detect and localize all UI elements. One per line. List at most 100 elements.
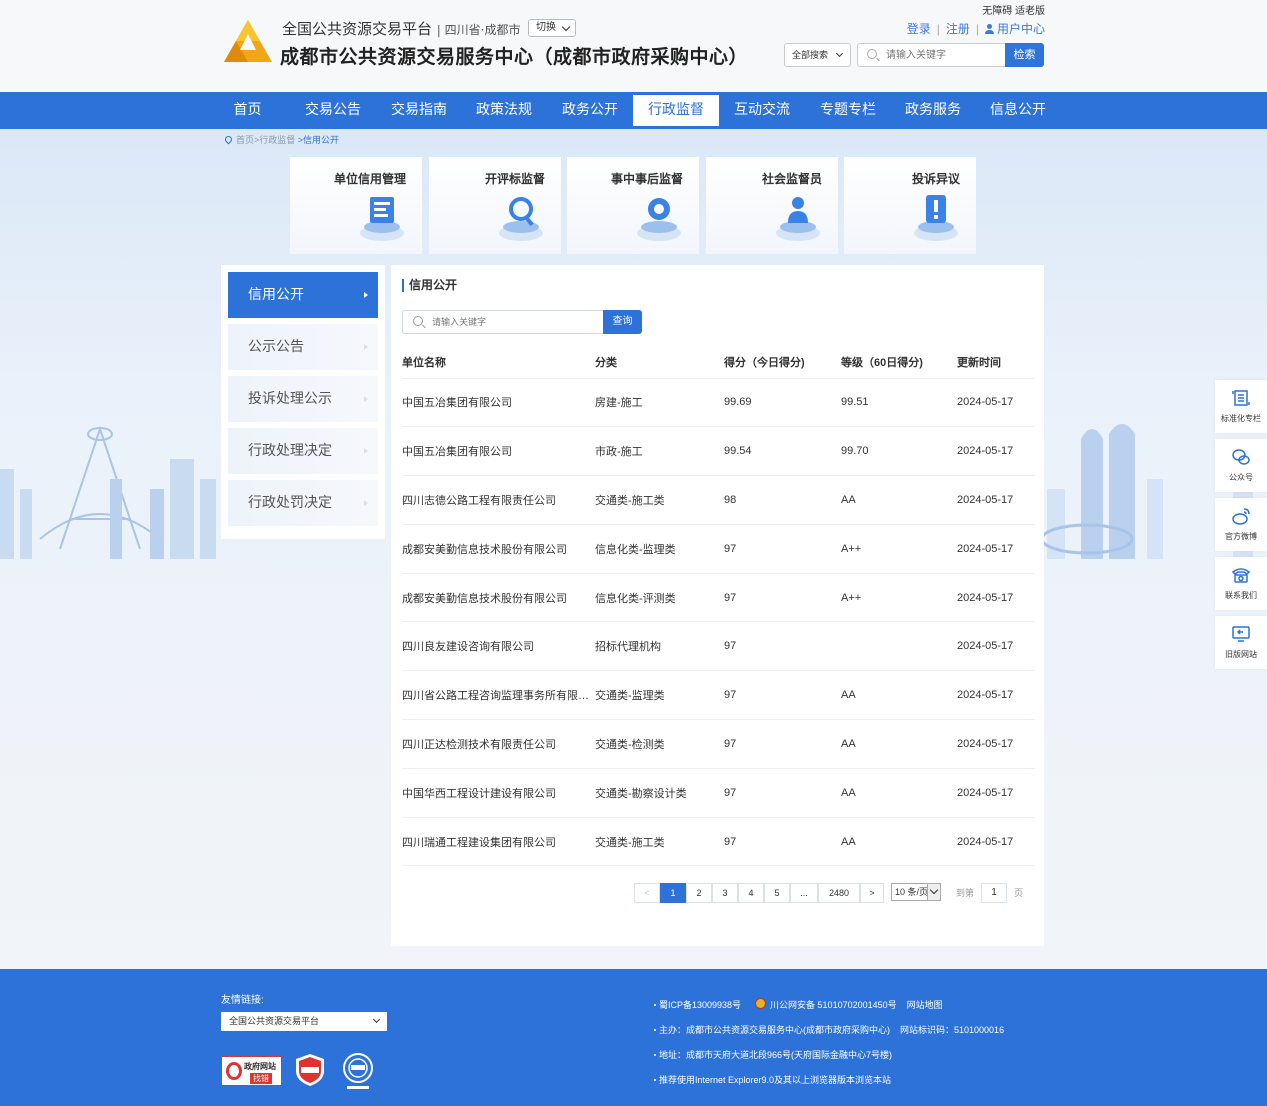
ccrc-logo[interactable] xyxy=(341,1052,375,1092)
accessibility-link[interactable]: 无障碍 适老版 xyxy=(982,2,1045,17)
nav-item-services[interactable]: 政务服务 xyxy=(897,92,969,129)
float-contact[interactable]: 联系我们 xyxy=(1215,557,1267,610)
nav-item-topics[interactable]: 专题专栏 xyxy=(812,92,884,129)
col-header-category[interactable]: 分类 xyxy=(595,346,724,379)
friend-links-select[interactable]: 全国公共资源交易平台 xyxy=(221,1012,387,1031)
complaint-icon xyxy=(914,195,958,241)
table-row[interactable]: 四川志德公路工程有限责任公司 交通类-施工类 98 AA 2024-05-17 xyxy=(402,475,1035,525)
site-logo[interactable] xyxy=(222,18,274,66)
cell-company[interactable]: 中国五冶集团有限公司 xyxy=(402,378,595,428)
card-social-supervisor[interactable]: 社会监督员 xyxy=(706,157,838,254)
table-row[interactable]: 中国华西工程设计建设有限公司 交通类-勘察设计类 97 AA 2024-05-17 xyxy=(402,768,1035,818)
col-header-grade[interactable]: 等级（60日得分) xyxy=(841,346,957,379)
login-link[interactable]: 登录 xyxy=(907,22,931,36)
nav-item-guide[interactable]: 交易指南 xyxy=(383,92,455,129)
breadcrumb-home[interactable]: 首页 xyxy=(236,135,254,145)
nav-item-interaction[interactable]: 互动交流 xyxy=(726,92,798,129)
site-search-input[interactable] xyxy=(886,44,1004,66)
nav-item-policy[interactable]: 政策法规 xyxy=(468,92,540,129)
col-header-updated[interactable]: 更新时间 xyxy=(957,346,1035,379)
table-row[interactable]: 中国五冶集团有限公司 市政-施工 99.54 99.70 2024-05-17 xyxy=(402,426,1035,477)
cell-score: 99.69 xyxy=(724,378,841,428)
nav-item-home[interactable]: 首页 xyxy=(220,92,275,129)
side-item-announcements[interactable]: 公示公告 xyxy=(228,324,378,370)
icp-link[interactable]: 蜀ICP备13009938号 xyxy=(659,1000,741,1010)
register-link[interactable]: 注册 xyxy=(946,22,970,36)
cell-updated: 2024-05-17 xyxy=(957,670,1035,721)
page-button-4[interactable]: 4 xyxy=(738,883,764,903)
arrow-right-icon xyxy=(364,344,368,350)
page-button-3[interactable]: 3 xyxy=(712,883,738,903)
card-bid-supervision[interactable]: 开评标监督 xyxy=(429,157,561,254)
cell-company[interactable]: 中国华西工程设计建设有限公司 xyxy=(402,768,595,818)
page-button-5[interactable]: 5 xyxy=(764,883,790,903)
cell-company[interactable]: 四川良友建设咨询有限公司 xyxy=(402,621,595,672)
card-complaints[interactable]: 投诉异议 xyxy=(844,157,976,254)
friend-links-label: 友情链接: xyxy=(221,995,264,1006)
cell-updated: 2024-05-17 xyxy=(957,524,1035,574)
cell-score: 99.54 xyxy=(724,426,841,477)
table-row[interactable]: 四川正达检测技术有限责任公司 交通类-检测类 97 AA 2024-05-17 xyxy=(402,719,1035,769)
table-row[interactable]: 成都安美勤信息技术股份有限公司 信息化类-评测类 97 A++ 2024-05-17 xyxy=(402,573,1035,623)
table-row[interactable]: 成都安美勤信息技术股份有限公司 信息化类-监理类 97 A++ 2024-05-17 xyxy=(402,524,1035,574)
gov-shield-icon[interactable] xyxy=(295,1053,325,1087)
card-process-supervision[interactable]: 事中事后监督 xyxy=(567,157,699,254)
nav-item-gov-affairs[interactable]: 政务公开 xyxy=(554,92,626,129)
sitemap-link[interactable]: 网站地图 xyxy=(907,1000,943,1010)
chevron-down-icon xyxy=(835,49,844,58)
panel-search-button[interactable]: 查询 xyxy=(603,310,642,334)
cell-company[interactable]: 成都安美勤信息技术股份有限公司 xyxy=(402,524,595,574)
cell-company[interactable]: 四川正达检测技术有限责任公司 xyxy=(402,719,595,769)
page-button-last[interactable]: 2480 xyxy=(818,883,860,903)
table-row[interactable]: 四川省公路工程咨询监理事务所有限公司 交通类-监理类 97 AA 2024-05-17 xyxy=(402,670,1035,721)
float-old-site[interactable]: 旧版网站 xyxy=(1215,616,1267,669)
credit-table: 单位名称 分类 得分（今日得分) 等级（60日得分) 更新时间 中国五冶集团有限… xyxy=(402,346,1035,867)
side-item-penalty-decisions[interactable]: 行政处罚决定 xyxy=(228,480,378,526)
card-credit-management[interactable]: 单位信用管理 xyxy=(290,157,422,254)
float-wechat[interactable]: 公众号 xyxy=(1215,439,1267,492)
cell-score: 97 xyxy=(724,524,841,574)
region-switch-button[interactable]: 切换 xyxy=(528,19,576,37)
nav-item-supervision[interactable]: 行政监督 xyxy=(633,95,719,126)
side-item-admin-decisions[interactable]: 行政处理决定 xyxy=(228,428,378,474)
page-button-1[interactable]: 1 xyxy=(660,883,686,903)
side-item-complaint-results[interactable]: 投诉处理公示 xyxy=(228,376,378,422)
col-header-company[interactable]: 单位名称 xyxy=(402,346,595,379)
cell-company[interactable]: 中国五冶集团有限公司 xyxy=(402,426,595,477)
table-row[interactable]: 四川良友建设咨询有限公司 招标代理机构 97 2024-05-17 xyxy=(402,621,1035,672)
page-suffix-label: 页 xyxy=(1014,888,1024,898)
breadcrumb-current: >信用公开 xyxy=(297,135,340,145)
user-center-link[interactable]: 用户中心 xyxy=(984,22,1045,36)
float-standard-column[interactable]: 标准化专栏 xyxy=(1215,380,1267,433)
float-weibo[interactable]: 官方微博 xyxy=(1215,498,1267,551)
cell-company[interactable]: 四川省公路工程咨询监理事务所有限公司 xyxy=(402,670,595,721)
platform-title: 全国公共资源交易平台 | 四川省·成都市 xyxy=(282,20,521,38)
page-prev-button[interactable]: < xyxy=(634,883,660,903)
breadcrumb-parent[interactable]: >行政监督 xyxy=(254,135,295,145)
nav-item-announcements[interactable]: 交易公告 xyxy=(297,92,369,129)
cell-company[interactable]: 成都安美勤信息技术股份有限公司 xyxy=(402,573,595,623)
cell-company[interactable]: 四川瑞通工程建设集团有限公司 xyxy=(402,817,595,867)
cell-category: 交通类-施工类 xyxy=(595,475,724,525)
cell-updated: 2024-05-17 xyxy=(957,621,1035,672)
footer-browser-note: 推荐使用Internet Explorer9.0及其以上浏览器版本浏览本站 xyxy=(659,1075,892,1085)
page-size-select[interactable]: 10 条/页 xyxy=(891,883,941,901)
phone-icon xyxy=(1231,568,1251,583)
credit-panel: 信用公开 查询 单位名称 分类 得分（今日得分) 等级（60日得分) 更新时间 … xyxy=(391,265,1044,946)
search-scope-select[interactable]: 全部搜索 xyxy=(784,43,851,67)
panel-search-input[interactable] xyxy=(432,311,597,333)
page-next-button[interactable]: > xyxy=(860,883,884,903)
col-header-score[interactable]: 得分（今日得分) xyxy=(724,346,841,379)
side-item-credit-public[interactable]: 信用公开 xyxy=(228,272,378,318)
goto-page-input[interactable]: 1 xyxy=(981,883,1007,903)
nav-item-info-public[interactable]: 信息公开 xyxy=(982,92,1054,129)
gov-site-error-badge[interactable]: 政府网站 找错 xyxy=(221,1056,282,1086)
page-button-2[interactable]: 2 xyxy=(686,883,712,903)
police-record-link[interactable]: 川公网安备 51010702001450号 xyxy=(770,1000,897,1010)
table-row[interactable]: 中国五冶集团有限公司 房建-施工 99.69 99.51 2024-05-17 xyxy=(402,378,1035,428)
site-search-button[interactable]: 检索 xyxy=(1005,43,1044,67)
table-row[interactable]: 四川瑞通工程建设集团有限公司 交通类-施工类 97 AA 2024-05-17 xyxy=(402,817,1035,867)
page-ellipsis[interactable]: ... xyxy=(790,883,818,903)
cell-company[interactable]: 四川志德公路工程有限责任公司 xyxy=(402,475,595,525)
location-pin-icon xyxy=(223,134,234,145)
